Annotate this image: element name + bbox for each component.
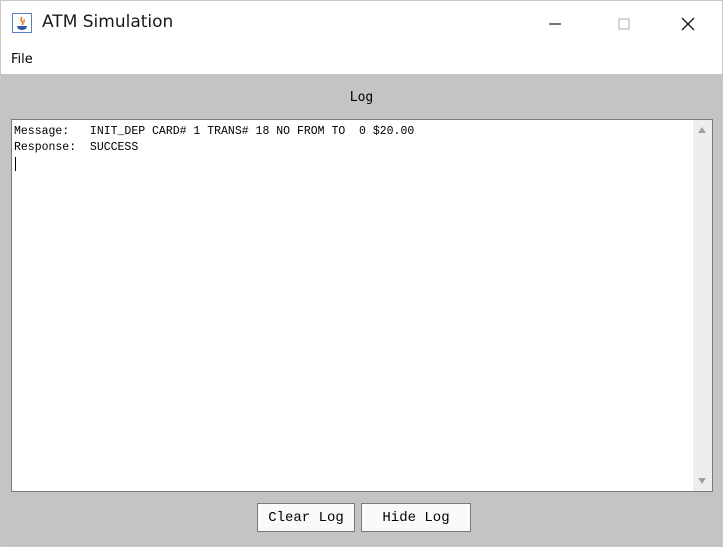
log-text-area[interactable]: Message: INIT_DEP CARD# 1 TRANS# 18 NO F…: [11, 119, 713, 492]
menu-file[interactable]: File: [11, 52, 33, 67]
minimize-icon: [549, 22, 561, 25]
log-panel: Log Message: INIT_DEP CARD# 1 TRANS# 18 …: [1, 74, 722, 546]
close-button[interactable]: [665, 1, 711, 46]
text-caret: [15, 157, 16, 171]
close-icon: [681, 17, 695, 30]
scroll-up-arrow-icon[interactable]: [698, 127, 706, 133]
maximize-icon: [618, 18, 630, 29]
menu-bar: File: [1, 46, 722, 74]
clear-log-button[interactable]: Clear Log: [257, 503, 355, 532]
maximize-button[interactable]: [601, 1, 647, 46]
log-content[interactable]: Message: INIT_DEP CARD# 1 TRANS# 18 NO F…: [14, 124, 414, 156]
minimize-button[interactable]: [532, 1, 578, 46]
window-title: ATM Simulation: [42, 12, 174, 32]
log-title: Log: [349, 90, 374, 105]
java-app-icon: [12, 13, 32, 33]
title-bar[interactable]: ATM Simulation: [1, 1, 722, 46]
scroll-down-arrow-icon[interactable]: [698, 478, 706, 484]
hide-log-button[interactable]: Hide Log: [361, 503, 471, 532]
atm-window: ATM Simulation File Log Message: INIT_DE…: [0, 0, 723, 547]
vertical-scrollbar[interactable]: [693, 120, 712, 491]
